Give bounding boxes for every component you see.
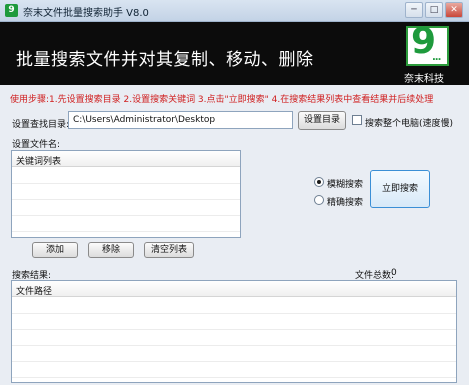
window-title: 奈末文件批量搜索助手 V8.0 [23, 8, 149, 19]
results-list[interactable]: 文件路径 [11, 280, 457, 383]
list-row-divider [12, 231, 240, 232]
search-whole-computer-label: 搜索整个电脑(速度慢) [365, 119, 454, 129]
close-button[interactable]: ✕ [445, 2, 463, 18]
set-directory-button[interactable]: 设置目录 [298, 111, 346, 130]
remove-keyword-button[interactable]: 移除 [88, 242, 134, 258]
logo-dots: ... [432, 52, 441, 63]
maximize-button[interactable]: □ [425, 2, 443, 18]
file-count-value: 0 [391, 268, 397, 278]
search-now-button[interactable]: 立即搜索 [370, 170, 430, 208]
list-row-divider [12, 215, 240, 216]
fuzzy-search-radio[interactable] [314, 177, 324, 187]
directory-input[interactable]: C:\Users\Administrator\Desktop [68, 111, 293, 129]
search-whole-computer-checkbox[interactable] [352, 115, 362, 125]
exact-search-label: 精确搜索 [327, 198, 364, 208]
list-row-divider [12, 313, 456, 314]
usage-instructions: 使用步骤:1.先设置搜索目录 2.设置搜索关键词 3.点击"立即搜索" 4.在搜… [10, 95, 434, 105]
list-row-divider [12, 199, 240, 200]
logo-caption: 奈末科技 [404, 74, 444, 85]
add-keyword-button[interactable]: 添加 [32, 242, 78, 258]
list-row-divider [12, 183, 240, 184]
list-row-divider [12, 361, 456, 362]
filename-label: 设置文件名: [12, 140, 61, 150]
exact-search-radio[interactable] [314, 195, 324, 205]
app-icon: 9 [5, 4, 18, 17]
fuzzy-search-label: 模糊搜索 [327, 180, 364, 190]
minimize-button[interactable]: ─ [405, 2, 423, 18]
keyword-list-header[interactable]: 关键词列表 [12, 151, 240, 167]
clear-list-button[interactable]: 清空列表 [144, 242, 194, 258]
keyword-list[interactable]: 关键词列表 [11, 150, 241, 238]
list-row-divider [12, 345, 456, 346]
banner-title: 批量搜索文件并对其复制、移动、删除 [16, 50, 314, 70]
list-row-divider [12, 377, 456, 378]
directory-label: 设置查找目录: [12, 120, 70, 130]
list-row-divider [12, 329, 456, 330]
file-path-column-header[interactable]: 文件路径 [12, 281, 456, 297]
